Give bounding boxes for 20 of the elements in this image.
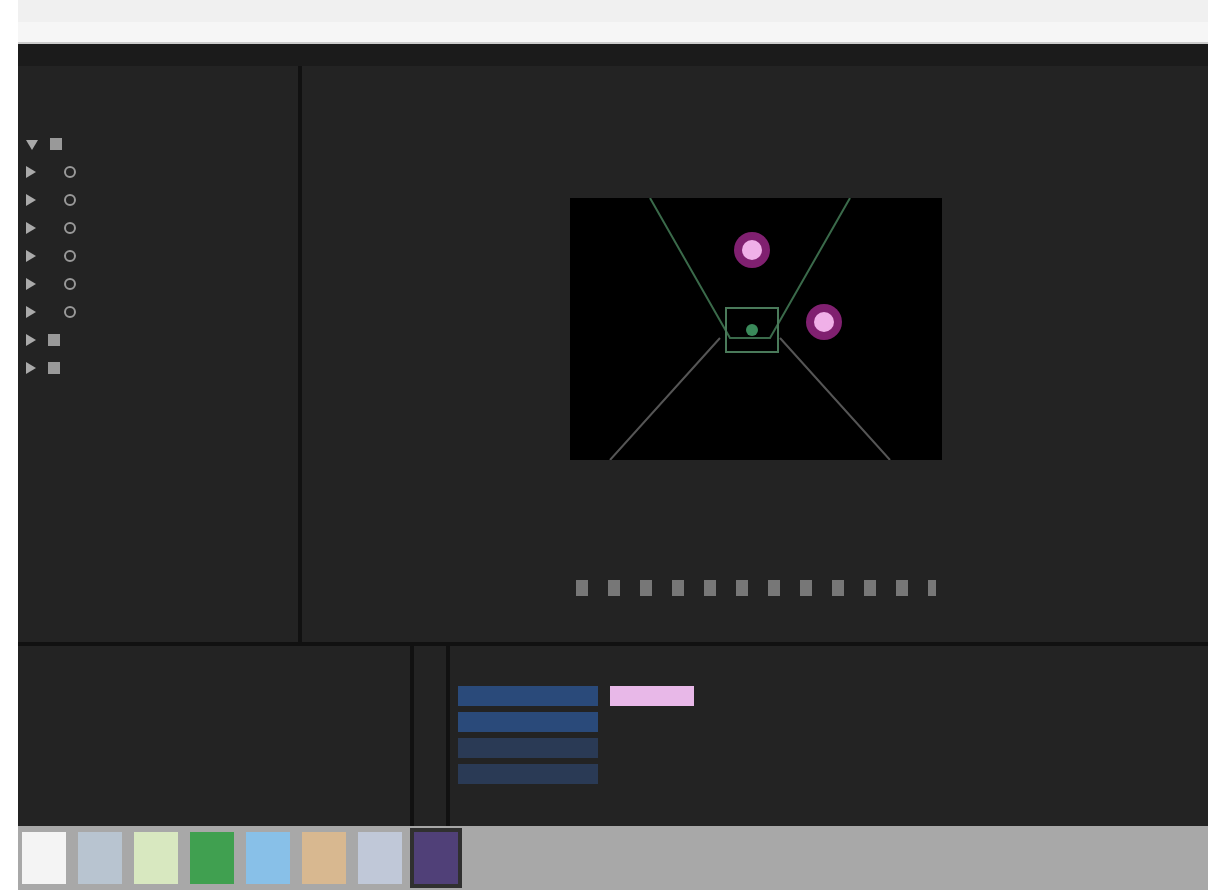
audio-track-header[interactable] <box>458 764 598 784</box>
expanded-triangle-icon[interactable] <box>26 139 38 149</box>
collapsed-triangle-icon[interactable] <box>26 166 36 178</box>
stopwatch-icon[interactable] <box>64 278 76 290</box>
stopwatch-icon[interactable] <box>64 306 76 318</box>
collapsed-triangle-icon[interactable] <box>26 222 36 234</box>
stopwatch-icon[interactable] <box>64 222 76 234</box>
timeline-clip[interactable] <box>610 686 694 706</box>
collapsed-triangle-icon[interactable] <box>26 306 36 318</box>
collapsed-triangle-icon[interactable] <box>26 278 36 290</box>
stopwatch-icon[interactable] <box>64 250 76 262</box>
audio-track-header[interactable] <box>458 738 598 758</box>
collapsed-triangle-icon[interactable] <box>26 334 36 346</box>
collapsed-triangle-icon[interactable] <box>26 194 36 206</box>
collapsed-triangle-icon[interactable] <box>26 362 36 374</box>
video-track-header[interactable] <box>458 712 598 732</box>
video-track-header[interactable] <box>458 686 598 706</box>
stopwatch-icon[interactable] <box>64 194 76 206</box>
collapsed-triangle-icon[interactable] <box>26 250 36 262</box>
stopwatch-icon[interactable] <box>64 166 76 178</box>
